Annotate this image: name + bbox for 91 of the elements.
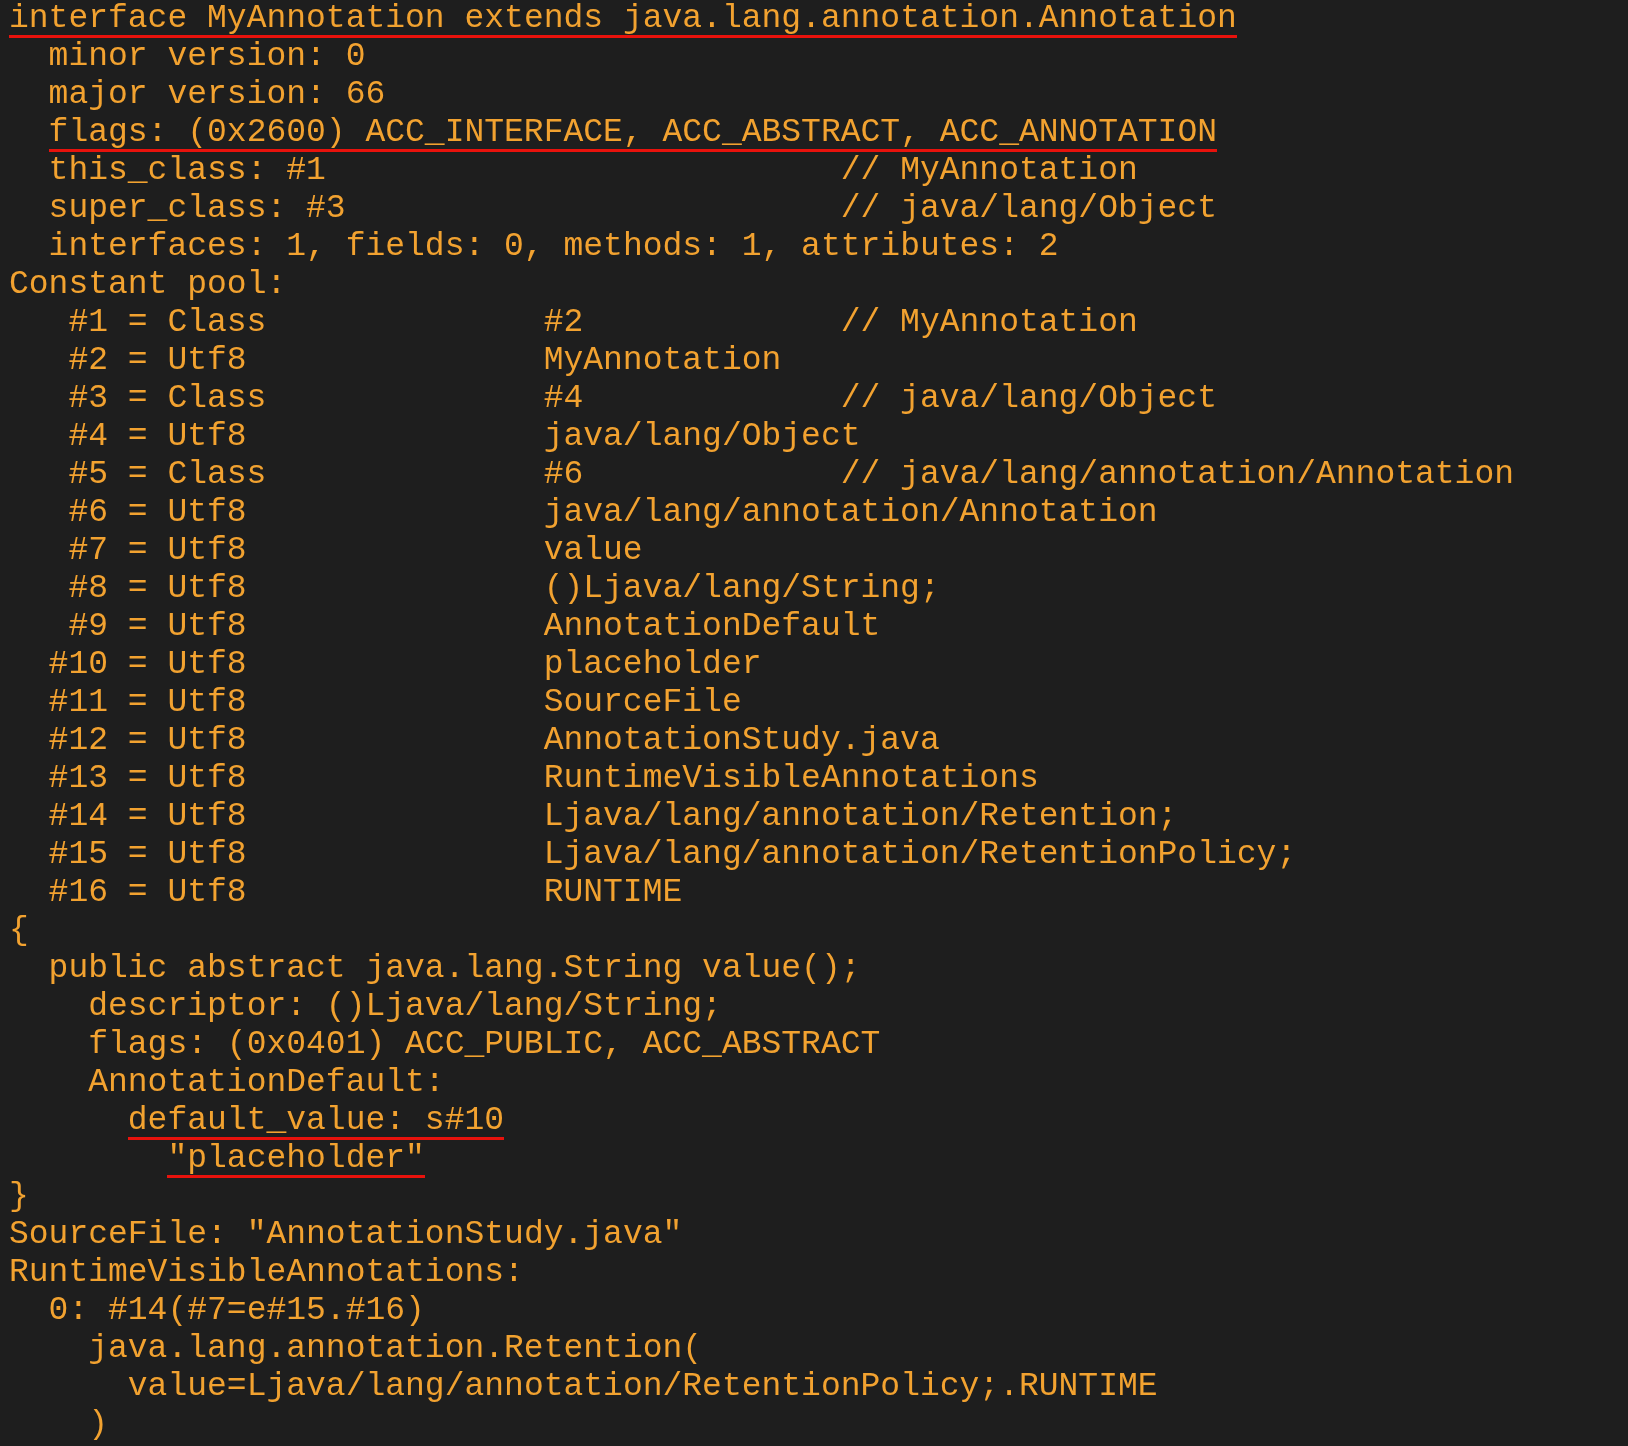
entry-value: #4 (543, 380, 584, 418)
code-line: RuntimeVisibleAnnotations: (9, 1254, 524, 1292)
entry-value: #2 (543, 304, 584, 342)
code-line: value=Ljava/lang/annotation/RetentionPolicy;.RUNTIME (127, 1368, 1158, 1406)
equals-sign: = (127, 874, 149, 912)
entry-type: Utf8 (167, 722, 248, 760)
entry-type: Utf8 (167, 570, 248, 608)
code-line: public abstract java.lang.String value(); (48, 950, 861, 988)
entry-type: Utf8 (167, 494, 248, 532)
entry-value: value (543, 532, 643, 570)
equals-sign: = (127, 646, 149, 684)
entry-index: #12 (47, 722, 108, 760)
code-line: descriptor: ()Ljava/lang/String; (88, 988, 722, 1026)
entry-index: #16 (47, 874, 108, 912)
entry-type: Utf8 (167, 874, 248, 912)
code-line: flags: (0x0401) ACC_PUBLIC, ACC_ABSTRACT (88, 1026, 881, 1064)
entry-value: placeholder (543, 646, 762, 684)
equals-sign: = (127, 494, 149, 532)
equals-sign: = (127, 456, 149, 494)
entry-value: #6 (543, 456, 584, 494)
equals-sign: = (127, 798, 149, 836)
equals-sign: = (127, 684, 149, 722)
code-line: super_class: #3 (48, 190, 346, 228)
entry-index: #14 (47, 798, 108, 836)
entry-value: Ljava/lang/annotation/RetentionPolicy; (543, 836, 1297, 874)
entry-value: java/lang/Object (543, 418, 861, 456)
code-comment: // java/lang/annotation/Annotation (840, 456, 1514, 494)
code-line: interface MyAnnotation extends java.lang.annotation.Annotation (9, 0, 1237, 38)
entry-index: #1 (67, 304, 108, 342)
entry-index: #2 (67, 342, 108, 380)
entry-index: #10 (47, 646, 108, 684)
entry-index: #11 (47, 684, 108, 722)
section-title: Constant pool: (9, 266, 287, 304)
code-line: this_class: #1 (48, 152, 326, 190)
entry-value: Ljava/lang/annotation/Retention; (543, 798, 1178, 836)
entry-type: Utf8 (167, 342, 248, 380)
entry-index: #13 (47, 760, 108, 798)
entry-type: Utf8 (167, 684, 248, 722)
equals-sign: = (127, 722, 149, 760)
code-line: } (9, 1178, 29, 1216)
equals-sign: = (127, 342, 149, 380)
entry-value: ()Ljava/lang/String; (543, 570, 940, 608)
entry-index: #5 (67, 456, 108, 494)
equals-sign: = (127, 570, 149, 608)
entry-value: RuntimeVisibleAnnotations (543, 760, 1039, 798)
equals-sign: = (127, 836, 149, 874)
entry-type: Utf8 (167, 646, 248, 684)
entry-index: #15 (47, 836, 108, 874)
code-line: major version: 66 (48, 76, 386, 114)
code-line: "placeholder" (167, 1140, 425, 1178)
entry-index: #3 (67, 380, 108, 418)
code-line: 0: #14(#7=e#15.#16) (48, 1292, 425, 1330)
entry-type: Utf8 (167, 798, 248, 836)
entry-type: Class (167, 304, 268, 342)
entry-index: #6 (67, 494, 108, 532)
code-comment: // MyAnnotation (840, 152, 1138, 190)
entry-type: Class (167, 380, 268, 418)
entry-value: java/lang/annotation/Annotation (543, 494, 1158, 532)
code-comment: // java/lang/Object (840, 190, 1217, 228)
code-line: minor version: 0 (48, 38, 366, 76)
entry-type: Utf8 (167, 608, 248, 646)
entry-index: #4 (67, 418, 108, 456)
entry-value: AnnotationStudy.java (543, 722, 940, 760)
equals-sign: = (127, 418, 149, 456)
entry-value: AnnotationDefault (543, 608, 881, 646)
equals-sign: = (127, 304, 149, 342)
code-line: flags: (0x2600) ACC_INTERFACE, ACC_ABSTRACT, ACC_ANNOTATION (48, 114, 1217, 152)
entry-type: Utf8 (167, 532, 248, 570)
entry-value: RUNTIME (543, 874, 683, 912)
entry-type: Utf8 (167, 418, 248, 456)
equals-sign: = (127, 532, 149, 570)
code-comment: // java/lang/Object (840, 380, 1217, 418)
code-comment: // MyAnnotation (840, 304, 1138, 342)
equals-sign: = (127, 380, 149, 418)
entry-type: Class (167, 456, 268, 494)
equals-sign: = (127, 608, 149, 646)
code-line: { (9, 912, 29, 950)
code-line: ) (88, 1406, 108, 1444)
code-line: java.lang.annotation.Retention( (88, 1330, 703, 1368)
entry-value: MyAnnotation (543, 342, 782, 380)
code-line: interfaces: 1, fields: 0, methods: 1, attributes: 2 (48, 228, 1059, 266)
entry-index: #9 (67, 608, 108, 646)
entry-type: Utf8 (167, 760, 248, 798)
entry-index: #8 (67, 570, 108, 608)
code-line: default_value: s#10 (127, 1102, 505, 1140)
equals-sign: = (127, 760, 149, 798)
entry-type: Utf8 (167, 836, 248, 874)
entry-index: #7 (67, 532, 108, 570)
entry-value: SourceFile (543, 684, 742, 722)
code-line: SourceFile: "AnnotationStudy.java" (9, 1216, 683, 1254)
code-line: AnnotationDefault: (88, 1064, 445, 1102)
